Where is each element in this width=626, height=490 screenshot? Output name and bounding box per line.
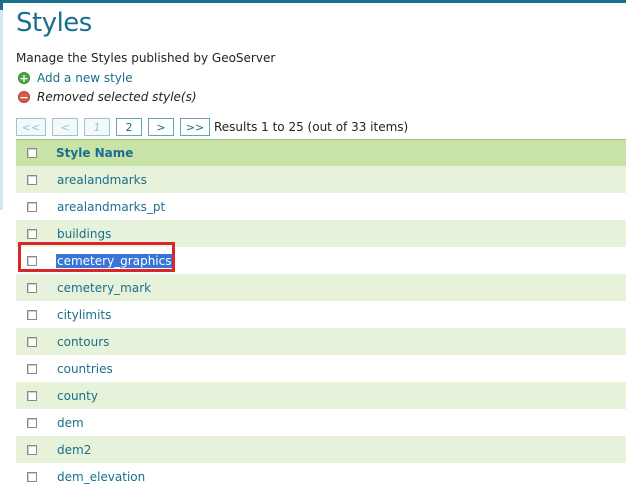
page-description: Manage the Styles published by GeoServer	[16, 51, 276, 65]
row-checkbox[interactable]	[27, 255, 37, 266]
table-row: arealandmarks_pt	[16, 193, 626, 220]
top-border	[0, 0, 626, 3]
table-row: countries	[16, 355, 626, 382]
pager-page-1: 1	[84, 118, 110, 136]
table-row: dem	[16, 409, 626, 436]
pager-first-button[interactable]: <<	[16, 118, 46, 136]
style-name-link[interactable]: contours	[56, 335, 110, 349]
pager-next-button[interactable]: >	[148, 118, 174, 136]
row-checkbox[interactable]	[27, 417, 37, 428]
add-new-style-link[interactable]: + Add a new style	[18, 70, 133, 86]
row-checkbox[interactable]	[27, 228, 37, 239]
pager-page-2[interactable]: 2	[116, 118, 142, 136]
style-name-link[interactable]: dem2	[56, 443, 92, 457]
table-row: buildings	[16, 220, 626, 247]
add-new-style-label: Add a new style	[37, 71, 133, 85]
table-row: county	[16, 382, 626, 409]
row-checkbox[interactable]	[27, 201, 37, 212]
row-checkbox[interactable]	[27, 309, 37, 320]
styles-table: Style Name arealandmarks arealandmarks_p…	[16, 139, 626, 490]
pager-last-button[interactable]: >>	[180, 118, 210, 136]
row-checkbox[interactable]	[27, 390, 37, 401]
table-row: cemetery_graphics	[16, 247, 626, 274]
table-header: Style Name	[16, 139, 626, 166]
table-row: dem_elevation	[16, 463, 626, 490]
style-name-link[interactable]: buildings	[56, 227, 112, 241]
row-checkbox[interactable]	[27, 363, 37, 374]
row-checkbox[interactable]	[27, 282, 37, 293]
style-name-link[interactable]: dem	[56, 416, 85, 430]
page-title: Styles	[16, 8, 92, 38]
select-all-checkbox[interactable]	[27, 148, 37, 158]
pager-prev-button[interactable]: <	[52, 118, 78, 136]
remove-selected-styles-label: Removed selected style(s)	[37, 90, 197, 104]
remove-icon: −	[18, 90, 30, 104]
style-name-link[interactable]: arealandmarks_pt	[56, 200, 166, 214]
table-row: cemetery_mark	[16, 274, 626, 301]
pager: << < 1 2 > >> Results 1 to 25 (out of 33…	[16, 118, 408, 136]
style-name-link[interactable]: countries	[56, 362, 114, 376]
style-name-link[interactable]: cemetery_mark	[56, 281, 152, 295]
row-checkbox[interactable]	[27, 444, 37, 455]
row-checkbox[interactable]	[27, 336, 37, 347]
results-count: Results 1 to 25 (out of 33 items)	[214, 120, 409, 134]
row-checkbox[interactable]	[27, 471, 37, 482]
left-border	[0, 0, 3, 484]
table-row: dem2	[16, 436, 626, 463]
style-name-link[interactable]: dem_elevation	[56, 470, 146, 484]
style-name-link-selected[interactable]: cemetery_graphics	[56, 253, 173, 268]
style-name-link[interactable]: county	[56, 389, 99, 403]
table-row: citylimits	[16, 301, 626, 328]
add-icon: +	[18, 71, 30, 85]
style-name-link[interactable]: citylimits	[56, 308, 112, 322]
table-row: arealandmarks	[16, 166, 626, 193]
style-name-link[interactable]: arealandmarks	[56, 173, 148, 187]
remove-selected-styles-link[interactable]: − Removed selected style(s)	[18, 89, 197, 105]
table-row: contours	[16, 328, 626, 355]
row-checkbox[interactable]	[27, 174, 37, 185]
style-name-column-header[interactable]: Style Name	[56, 146, 133, 160]
